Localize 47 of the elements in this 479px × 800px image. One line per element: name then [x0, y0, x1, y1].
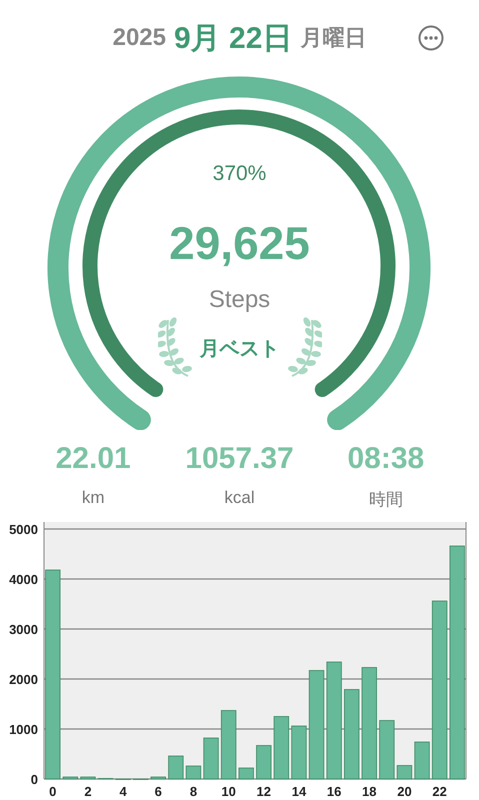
bar: [203, 738, 219, 780]
x-tick-label: 20: [397, 784, 412, 799]
stat-unit: kcal: [224, 488, 255, 508]
bar: [186, 766, 202, 780]
bar: [220, 710, 236, 780]
bar: [238, 768, 254, 780]
step-count: 29,625: [169, 216, 310, 270]
x-tick-label: 12: [256, 784, 272, 799]
date-label: 9月 22日: [174, 20, 292, 56]
y-tick-label: 2000: [9, 672, 38, 687]
x-tick-label: 18: [362, 784, 377, 799]
stat-value: 08:38: [347, 442, 424, 476]
stat-value: 1057.37: [185, 442, 294, 476]
y-tick-label: 5000: [9, 522, 38, 537]
bar: [274, 716, 290, 780]
percent-label: 370%: [212, 162, 266, 186]
stat-unit: km: [82, 488, 104, 508]
stat-value: 22.01: [56, 442, 131, 476]
x-tick-label: 16: [326, 784, 342, 799]
x-tick-label: 0: [49, 784, 56, 799]
weekday-label: 月曜日: [300, 24, 366, 52]
y-tick-label: 0: [30, 772, 38, 787]
bar: [256, 745, 272, 780]
bar: [62, 776, 78, 780]
x-tick-label: 2: [84, 784, 92, 799]
x-tick-label: 8: [190, 784, 198, 799]
stat-unit: 時間: [368, 489, 403, 511]
x-tick-label: 4: [120, 784, 127, 799]
bar: [80, 776, 96, 780]
x-tick-label: 6: [154, 784, 162, 799]
laurel-icon: [158, 316, 194, 380]
more-icon[interactable]: [418, 25, 444, 51]
bar: [414, 742, 430, 780]
bar: [291, 726, 307, 780]
x-tick-label: 14: [292, 784, 306, 799]
y-tick-label: 1000: [9, 722, 38, 737]
bar: [396, 765, 412, 780]
bar: [168, 756, 184, 780]
badge-label: 月ベスト: [200, 336, 280, 362]
unit-label: Steps: [208, 286, 270, 314]
y-tick-label: 4000: [9, 572, 38, 587]
year-label: 2025: [112, 24, 166, 52]
x-tick-label: 22: [432, 784, 447, 799]
x-tick-label: 10: [221, 784, 236, 799]
bar: [150, 776, 166, 780]
y-tick-label: 3000: [9, 622, 38, 637]
bar: [379, 720, 395, 780]
